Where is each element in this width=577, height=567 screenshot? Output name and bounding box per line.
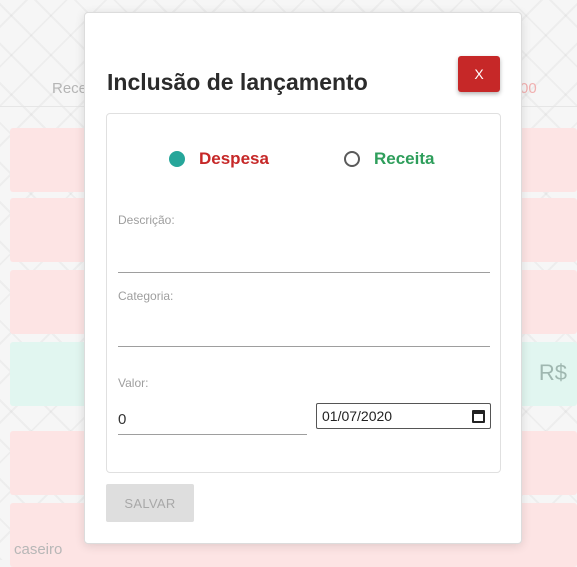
save-button[interactable]: SALVAR <box>106 484 194 522</box>
background-bottom-text: caseiro <box>14 541 63 558</box>
radio-receita-label: Receita <box>374 149 435 168</box>
radio-receita[interactable]: Receita <box>344 149 434 169</box>
background-header-right: 00 <box>520 80 537 97</box>
descricao-input[interactable] <box>118 242 490 273</box>
radio-despesa-label: Despesa <box>199 149 269 168</box>
background-row-amount: R$ <box>538 360 567 385</box>
categoria-label: Categoria: <box>118 289 174 303</box>
add-entry-modal: Inclusão de lançamento X Despesa Receita… <box>84 12 522 544</box>
close-button[interactable]: X <box>458 56 500 92</box>
categoria-input[interactable] <box>118 316 490 347</box>
radio-unselected-icon <box>344 151 360 167</box>
radio-despesa[interactable]: Despesa <box>169 149 269 169</box>
calendar-icon[interactable] <box>472 409 485 423</box>
date-value: 01/07/2020 <box>322 408 393 424</box>
background-header-left: Rece <box>52 80 88 97</box>
valor-label: Valor: <box>118 376 149 390</box>
valor-input[interactable] <box>118 404 307 435</box>
descricao-label: Descrição: <box>118 213 175 227</box>
date-input[interactable]: 01/07/2020 <box>316 403 491 429</box>
radio-selected-icon <box>169 151 185 167</box>
modal-title: Inclusão de lançamento <box>107 69 368 95</box>
entry-form: Despesa Receita Descrição: Categoria: Va… <box>106 113 501 473</box>
